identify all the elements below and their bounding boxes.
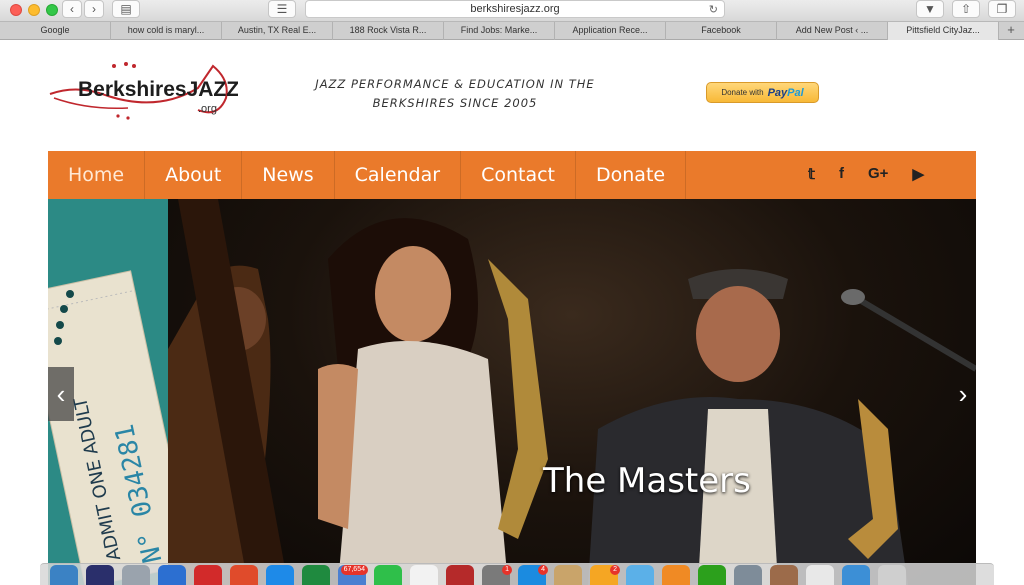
tab-pittsfield[interactable]: Pittsfield CityJaz... (888, 22, 999, 40)
tabs-bar: Google how cold is maryl... Austin, TX R… (0, 22, 1024, 40)
reload-icon[interactable]: ↻ (709, 2, 718, 18)
launchpad-icon[interactable] (122, 565, 150, 585)
layers-button[interactable]: ☰ (268, 0, 296, 18)
image-capture-icon[interactable] (734, 565, 762, 585)
nav-about[interactable]: About (145, 151, 243, 199)
facetime-icon[interactable] (374, 565, 402, 585)
tab-application[interactable]: Application Rece... (555, 22, 666, 40)
document-icon[interactable] (806, 565, 834, 585)
quickbooks-icon[interactable] (698, 565, 726, 585)
social-links: 𝕥 f G+ ▶ (808, 165, 924, 183)
web-page: BerkshiresJAZZ .org JAZZ PERFORMANCE & E… (0, 40, 1024, 585)
tagline-line1: JAZZ PERFORMANCE & EDUCATION IN THE (315, 77, 595, 91)
paypal-prefix: Donate with (721, 88, 764, 97)
photo-booth-icon[interactable] (446, 565, 474, 585)
tab-add-new-post[interactable]: Add New Post ‹ ... (777, 22, 888, 40)
sidebar-icon: ▤ (120, 2, 132, 16)
layers-icon: ☰ (276, 2, 288, 16)
twitter-icon[interactable]: 𝕥 (808, 165, 815, 183)
tab-rock-vista[interactable]: 188 Rock Vista R... (333, 22, 444, 40)
slide-caption: The Masters (543, 461, 751, 501)
word-icon[interactable] (158, 565, 186, 585)
address-bar[interactable]: berkshiresjazz.org ↻ (305, 0, 725, 18)
macos-dock: 67,654 1 4 2 (40, 563, 994, 585)
tabs-icon: ❐ (996, 2, 1008, 16)
slider-next-button[interactable]: › (950, 367, 976, 421)
nav-donate[interactable]: Donate (576, 151, 687, 199)
youtube-icon[interactable]: ▶ (912, 165, 924, 183)
app-icon[interactable] (230, 565, 258, 585)
facebook-icon[interactable]: f (839, 165, 844, 183)
system-preferences-icon[interactable]: 1 (482, 565, 512, 585)
back-button[interactable]: ‹ (62, 0, 82, 18)
hero-slider: ADMIT ONE ADULT N° 034281 The Masters ‹ … (48, 199, 976, 585)
excel-icon[interactable] (302, 565, 330, 585)
tab-how-cold[interactable]: how cold is maryl... (111, 22, 222, 40)
nav-news[interactable]: News (242, 151, 335, 199)
paypal-donate-button[interactable]: Donate with PayPal (706, 82, 819, 103)
nav-home[interactable]: Home (48, 151, 146, 199)
window-titlebar: ‹ › ▤ ☰ berkshiresjazz.org ↻ ▼ ⇧ ❐ (0, 0, 1024, 22)
zoom-window-button[interactable] (46, 4, 58, 16)
download-icon: ▼ (924, 2, 936, 16)
downloads-button[interactable]: ▼ (916, 0, 944, 18)
nav-calendar[interactable]: Calendar (335, 151, 462, 199)
tabs-overview-button[interactable]: ❐ (988, 0, 1016, 18)
preview-icon[interactable] (626, 565, 654, 585)
opera-icon[interactable] (194, 565, 222, 585)
tab-facebook[interactable]: Facebook (666, 22, 777, 40)
share-icon: ⇧ (960, 2, 972, 16)
nav-contact[interactable]: Contact (461, 151, 576, 199)
site-tagline: JAZZ PERFORMANCE & EDUCATION IN THE BERK… (310, 75, 600, 113)
chevron-right-icon: › (958, 378, 968, 409)
downloads-stack-icon[interactable] (842, 565, 870, 585)
close-window-button[interactable] (10, 4, 22, 16)
chevron-left-icon: ‹ (70, 2, 74, 16)
tab-austin[interactable]: Austin, TX Real E... (222, 22, 333, 40)
slide-photo (168, 199, 976, 585)
finder-icon[interactable] (50, 565, 78, 585)
forward-button[interactable]: › (84, 0, 104, 18)
app-store-icon[interactable]: 4 (518, 565, 548, 585)
share-button[interactable]: ⇧ (952, 0, 980, 18)
photo-app-icon[interactable] (770, 565, 798, 585)
slider-prev-button[interactable]: ‹ (48, 367, 74, 421)
url-text: berkshiresjazz.org (470, 3, 560, 15)
ibooks-icon[interactable] (662, 565, 690, 585)
chevron-left-icon: ‹ (56, 378, 66, 409)
logo-sub: .org (198, 103, 217, 115)
trash-icon[interactable] (878, 565, 906, 585)
paypal-logo: PayPal (767, 86, 804, 99)
google-plus-icon[interactable]: G+ (868, 165, 888, 183)
new-tab-button[interactable]: + (999, 22, 1023, 39)
logo-text: BerkshiresJAZZ (78, 78, 238, 101)
mail-icon[interactable]: 67,654 (338, 565, 368, 585)
calendar-icon[interactable] (410, 565, 438, 585)
chevron-right-icon: › (92, 2, 96, 16)
sidebar-button[interactable]: ▤ (112, 0, 140, 18)
main-nav: Home About News Calendar Contact Donate … (48, 151, 976, 199)
tab-find-jobs[interactable]: Find Jobs: Marke... (444, 22, 555, 40)
site-logo[interactable]: BerkshiresJAZZ .org (48, 58, 239, 124)
notes-icon[interactable] (554, 565, 582, 585)
tagline-line2: BERKSHIRES SINCE 2005 (372, 96, 538, 110)
tab-google[interactable]: Google (0, 22, 111, 40)
siri-icon[interactable] (86, 565, 114, 585)
safari-icon[interactable] (266, 565, 294, 585)
photos-icon[interactable]: 2 (590, 565, 620, 585)
minimize-window-button[interactable] (28, 4, 40, 16)
